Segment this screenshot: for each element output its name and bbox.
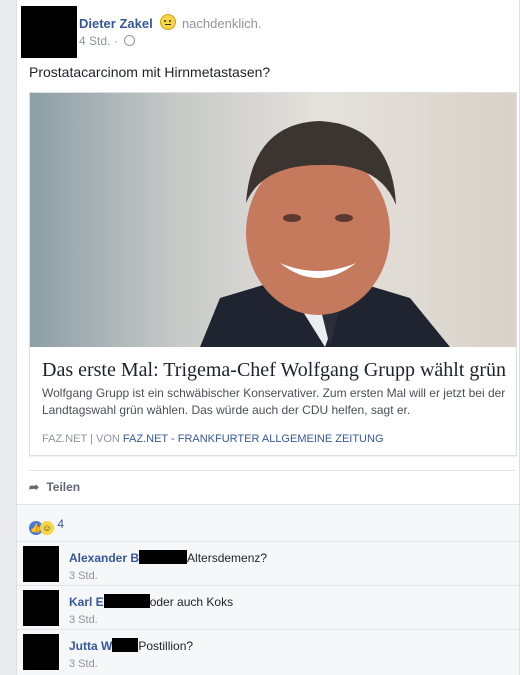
thinking-emoji-icon [160, 14, 177, 30]
feeling-text: nachdenklich. [181, 16, 262, 31]
link-preview-image[interactable] [30, 93, 516, 347]
source-separator: | [90, 433, 93, 445]
link-headline[interactable]: Das erste Mal: Trigema-Chef Wolfgang Gru… [42, 359, 510, 382]
portrait-photo [200, 121, 450, 347]
comment-author[interactable]: Jutta W [69, 639, 112, 653]
redaction-bar [112, 638, 139, 652]
divider [29, 470, 515, 471]
comment-item: Jutta W Postillion? 3 Std. [17, 629, 519, 674]
post-text: Prostatacarcinom mit Hirnmetastasen? [29, 64, 271, 80]
link-source: FAZ.NET | VON FAZ.NET - FRANKFURTER ALLG… [42, 433, 384, 445]
haha-reaction-icon: ☺ [40, 521, 54, 535]
comment-text: Altersdemenz? [187, 551, 268, 565]
comment-line: Alexander B Altersdemenz? [69, 550, 267, 565]
share-arrow-icon: ➦ [29, 480, 40, 494]
comment-line: Karl E oder auch Koks [69, 594, 233, 609]
comment-avatar-redacted[interactable] [23, 634, 59, 670]
post-meta: 4 Std. · [79, 34, 136, 48]
link-description: Wolfgang Grupp ist ein schwäbischer Kons… [42, 386, 506, 417]
author-avatar-redacted[interactable] [21, 6, 77, 58]
comment-text: oder auch Koks [149, 595, 234, 609]
link-preview[interactable]: Das erste Mal: Trigema-Chef Wolfgang Gru… [29, 92, 517, 456]
comment-time[interactable]: 3 Std. [69, 614, 98, 626]
comments-section: 👍☺ 4 Alexander B Altersdemenz? 3 Std. Kar… [17, 504, 519, 675]
comment-author[interactable]: Karl E [69, 595, 104, 609]
source-prefix: VON [96, 433, 120, 445]
comment-text: Postillion? [138, 639, 194, 653]
author-name[interactable]: Dieter Zakel [79, 16, 153, 31]
comment-time[interactable]: 3 Std. [69, 658, 98, 670]
share-label: Teilen [46, 480, 81, 494]
post-timestamp[interactable]: 4 Std. · [79, 34, 118, 48]
globe-icon [124, 35, 136, 46]
reaction-count: 4 [57, 517, 65, 531]
comment-avatar-redacted[interactable] [23, 546, 59, 582]
redaction-bar [139, 550, 188, 564]
source-link[interactable]: FAZ.NET - FRANKFURTER ALLGEMEINE ZEITUNG [123, 433, 384, 445]
comment-avatar-redacted[interactable] [23, 590, 59, 626]
post-card: Dieter Zakel nachdenklich. 4 Std. · Pros… [16, 0, 520, 675]
comment-time[interactable]: 3 Std. [69, 570, 98, 582]
comment-author[interactable]: Alexander B [69, 551, 139, 565]
source-domain: FAZ.NET [42, 433, 88, 445]
redaction-bar [103, 594, 150, 608]
comment-item: Karl E oder auch Koks 3 Std. [17, 585, 519, 630]
comment-line: Jutta W Postillion? [69, 638, 193, 653]
post-header: Dieter Zakel nachdenklich. [79, 14, 261, 31]
comment-item: Alexander B Altersdemenz? 3 Std. [17, 541, 519, 586]
share-button[interactable]: ➦ Teilen [29, 480, 80, 494]
reactions-summary[interactable]: 👍☺ 4 [29, 517, 64, 535]
